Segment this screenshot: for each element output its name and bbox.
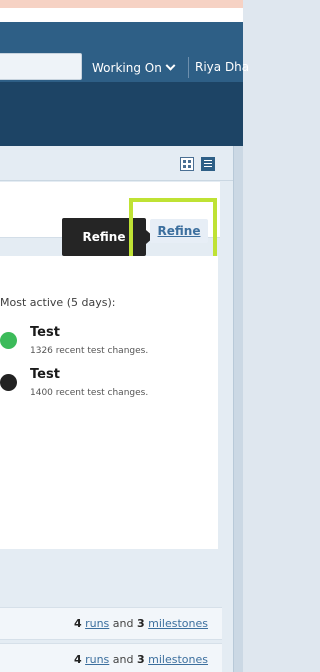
milestones-link[interactable]: milestones: [148, 653, 208, 666]
list-item: 4 runs and 3 milestones: [0, 643, 222, 672]
header-sub-bar: [0, 82, 243, 146]
project-name[interactable]: Test: [30, 325, 60, 340]
runs-link[interactable]: runs: [85, 653, 109, 666]
project-color-dot: [0, 332, 17, 349]
vertical-scrollbar[interactable]: [233, 146, 243, 672]
search-input[interactable]: [0, 53, 82, 80]
milestones-count: 3: [137, 653, 145, 666]
runs-link[interactable]: runs: [85, 617, 109, 630]
divider: [0, 180, 233, 181]
project-description: 1400 recent test changes.: [30, 388, 149, 398]
top-accent-strip: [0, 0, 243, 8]
project-name[interactable]: Test: [30, 367, 60, 382]
project-color-dot: [0, 374, 17, 391]
top-bar: [0, 8, 243, 22]
and-text: and: [112, 617, 134, 630]
highlight-box: [129, 198, 217, 264]
list-item: 4 runs and 3 milestones: [0, 607, 222, 640]
working-on-label: Working On: [92, 61, 162, 75]
and-text: and: [112, 653, 134, 666]
user-menu[interactable]: Riya Dha: [195, 60, 249, 74]
detail-view-icon[interactable]: [201, 157, 215, 171]
milestones-count: 3: [137, 617, 145, 630]
runs-count: 4: [73, 617, 82, 630]
chevron-down-icon: [165, 60, 176, 71]
compact-view-icon[interactable]: [180, 157, 194, 171]
header-divider: [188, 57, 189, 78]
runs-milestones-summary: 4 runs and 3 milestones: [74, 653, 208, 666]
working-on-dropdown[interactable]: Working On: [92, 60, 176, 76]
most-active-heading: Most active (5 days):: [0, 296, 116, 309]
runs-count: 4: [73, 653, 82, 666]
runs-milestones-summary: 4 runs and 3 milestones: [74, 617, 208, 630]
milestones-link[interactable]: milestones: [148, 617, 208, 630]
project-description: 1326 recent test changes.: [30, 346, 149, 356]
